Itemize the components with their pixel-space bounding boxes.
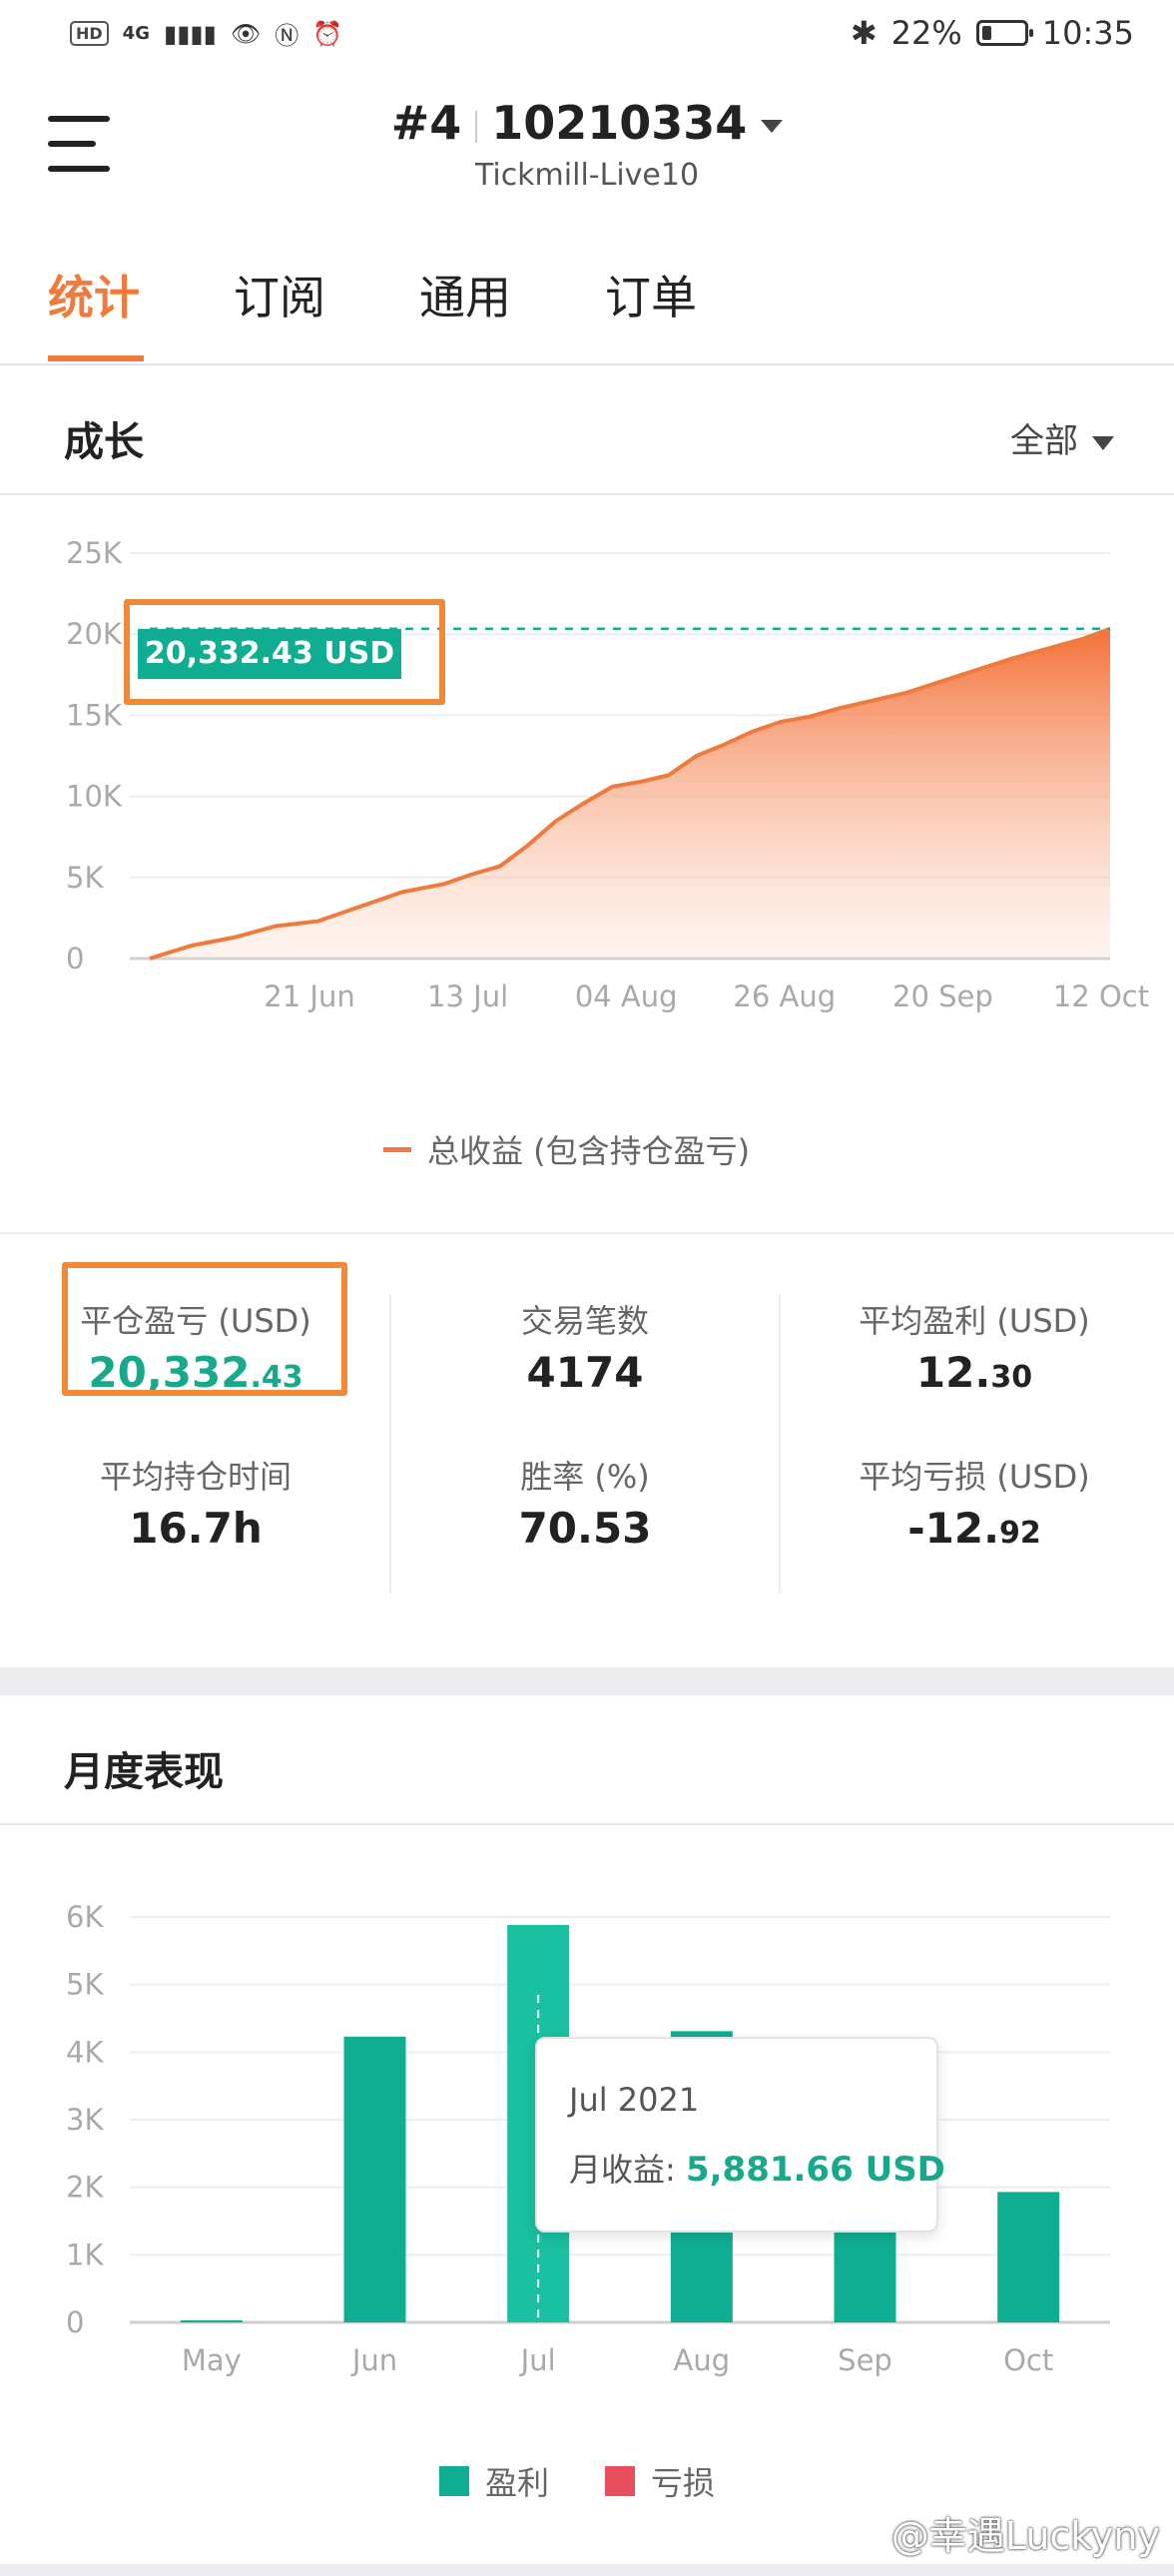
- network-label: 4G: [122, 23, 150, 44]
- y-tick-label: 10K: [66, 780, 123, 814]
- bar-jun[interactable]: [343, 2036, 406, 2322]
- x-tick-label: 12 Oct: [1053, 979, 1149, 1013]
- stat-avg-loss: 平均亏损 (USD) -12.92: [785, 1452, 1164, 1553]
- y-tick-label: 25K: [66, 536, 123, 570]
- y-tick-label: 2K: [66, 2171, 104, 2205]
- tab-statistics[interactable]: 统计: [48, 262, 140, 327]
- x-tick-label: 21 Jun: [264, 979, 354, 1013]
- status-icons-right: ✱ 22% 10:35: [851, 14, 1134, 52]
- callout-highlight-box: [124, 599, 445, 705]
- account-server: Tickmill-Live10: [474, 158, 700, 193]
- bar-may[interactable]: [180, 2319, 243, 2322]
- status-icons-left: HD 4G ▮▮▮▮ 👁 Ⓝ ⏰: [70, 16, 342, 51]
- stat-label: 平均盈利 (USD): [859, 1302, 1090, 1340]
- x-tick-label: 26 Aug: [733, 979, 836, 1013]
- stat-avg-profit: 平均盈利 (USD) 12.30: [785, 1296, 1164, 1397]
- range-filter-label: 全部: [1010, 421, 1078, 461]
- x-tick-label: 04 Aug: [575, 979, 678, 1013]
- title-separator: [475, 110, 478, 143]
- closed-pnl-highlight-box: [62, 1262, 347, 1396]
- legend-label-loss: 亏损: [651, 2464, 716, 2502]
- stat-value: 70.53: [518, 1504, 652, 1553]
- legend-swatch-loss: [605, 2466, 636, 2496]
- tab-bar: 统计 订阅 通用 订单: [0, 214, 1174, 365]
- bar-oct[interactable]: [997, 2192, 1060, 2322]
- battery-icon: [975, 20, 1033, 46]
- battery-level: [981, 26, 991, 40]
- watermark: @幸遇Luckyny: [890, 2514, 1160, 2558]
- y-tick-label: 20K: [66, 617, 123, 651]
- chevron-down-icon: [1092, 435, 1114, 450]
- x-tick-label: Jul: [519, 2343, 556, 2377]
- legend-label-profit: 盈利: [485, 2464, 550, 2502]
- tab-subscribe[interactable]: 订阅: [234, 262, 325, 327]
- tooltip-title: Jul 2021: [569, 2081, 700, 2119]
- x-tick-label: May: [182, 2343, 242, 2377]
- stats-column-divider: [389, 1294, 391, 1594]
- account-id: 10210334: [491, 96, 748, 150]
- y-tick-label: 4K: [66, 2035, 104, 2069]
- account-selector[interactable]: #4 10210334: [0, 96, 1174, 150]
- stats-column-divider: [779, 1294, 781, 1594]
- clock: 10:35: [1041, 14, 1134, 52]
- stat-win-rate: 胜率 (%) 70.53: [395, 1452, 775, 1553]
- stat-label: 交易笔数: [520, 1302, 649, 1340]
- chart-tooltip: Jul 2021 月收益: 5,881.66 USD: [535, 2037, 945, 2233]
- nfc-icon: Ⓝ: [275, 22, 299, 50]
- stat-label: 平均持仓时间: [99, 1458, 292, 1496]
- stat-value: -12.92: [907, 1504, 1041, 1553]
- x-tick-label: Jun: [350, 2343, 397, 2377]
- y-tick-label: 5K: [66, 1968, 104, 2002]
- app-header: #4 10210334 Tickmill-Live10: [0, 72, 1174, 214]
- range-filter[interactable]: 全部: [1010, 413, 1114, 462]
- bluetooth-icon: ✱: [850, 14, 878, 52]
- legend-label: 总收益 (包含持仓盈亏): [427, 1132, 751, 1170]
- x-tick-label: Oct: [1003, 2343, 1053, 2377]
- stat-trade-count: 交易笔数 4174: [395, 1296, 775, 1397]
- legend-swatch-profit: [439, 2466, 469, 2496]
- x-tick-label: 20 Sep: [892, 979, 993, 1013]
- tooltip-row: 月收益: 5,881.66 USD: [569, 2145, 945, 2191]
- y-tick-label: 1K: [66, 2238, 104, 2271]
- growth-legend: 总收益 (包含持仓盈亏): [383, 1126, 750, 1172]
- y-tick-label: 3K: [66, 2103, 104, 2137]
- chevron-down-icon: [761, 120, 784, 133]
- y-tick-label: 15K: [66, 698, 123, 732]
- stats-divider: [0, 1232, 1174, 1234]
- stat-label: 胜率 (%): [520, 1458, 650, 1496]
- y-tick-label: 0: [66, 2305, 84, 2339]
- tooltip-value: 5,881.66 USD: [685, 2150, 945, 2190]
- stat-value: 12.30: [915, 1348, 1033, 1397]
- y-tick-label: 0: [66, 942, 84, 975]
- eye-icon: 👁: [230, 19, 262, 48]
- stat-avg-hold-time: 平均持仓时间 16.7h: [6, 1452, 385, 1553]
- alarm-icon: ⏰: [312, 19, 343, 48]
- signal-icon: ▮▮▮▮: [163, 19, 217, 48]
- growth-title: 成长: [64, 419, 144, 465]
- growth-card-header: 成长 全部: [0, 365, 1174, 495]
- battery-percent: 22%: [890, 14, 962, 52]
- account-prefix: #4: [390, 96, 462, 150]
- stat-value: 16.7h: [129, 1504, 263, 1553]
- tab-orders[interactable]: 订单: [605, 262, 697, 327]
- stat-label: 平均亏损 (USD): [859, 1458, 1090, 1496]
- legend-swatch: [383, 1146, 411, 1152]
- x-tick-label: Aug: [674, 2343, 731, 2377]
- x-tick-label: 13 Jul: [427, 979, 508, 1013]
- y-tick-label: 6K: [66, 1900, 104, 1934]
- active-tab-indicator: [48, 355, 144, 361]
- status-bar: HD 4G ▮▮▮▮ 👁 Ⓝ ⏰ ✱ 22% 10:35: [0, 0, 1174, 72]
- y-tick-label: 5K: [66, 861, 104, 895]
- stat-value: 4174: [526, 1348, 644, 1397]
- growth-card: 成长 全部 0 5K 10K 15K 20K 25K 21 Jun 13 Jul 04 Aug…: [0, 365, 1174, 1667]
- tooltip-label: 月收益:: [569, 2151, 676, 2189]
- monthly-legend: 盈利 亏损: [439, 2458, 715, 2504]
- x-tick-label: Sep: [838, 2343, 892, 2377]
- tab-general[interactable]: 通用: [419, 262, 511, 327]
- hd-badge: HD: [70, 21, 109, 46]
